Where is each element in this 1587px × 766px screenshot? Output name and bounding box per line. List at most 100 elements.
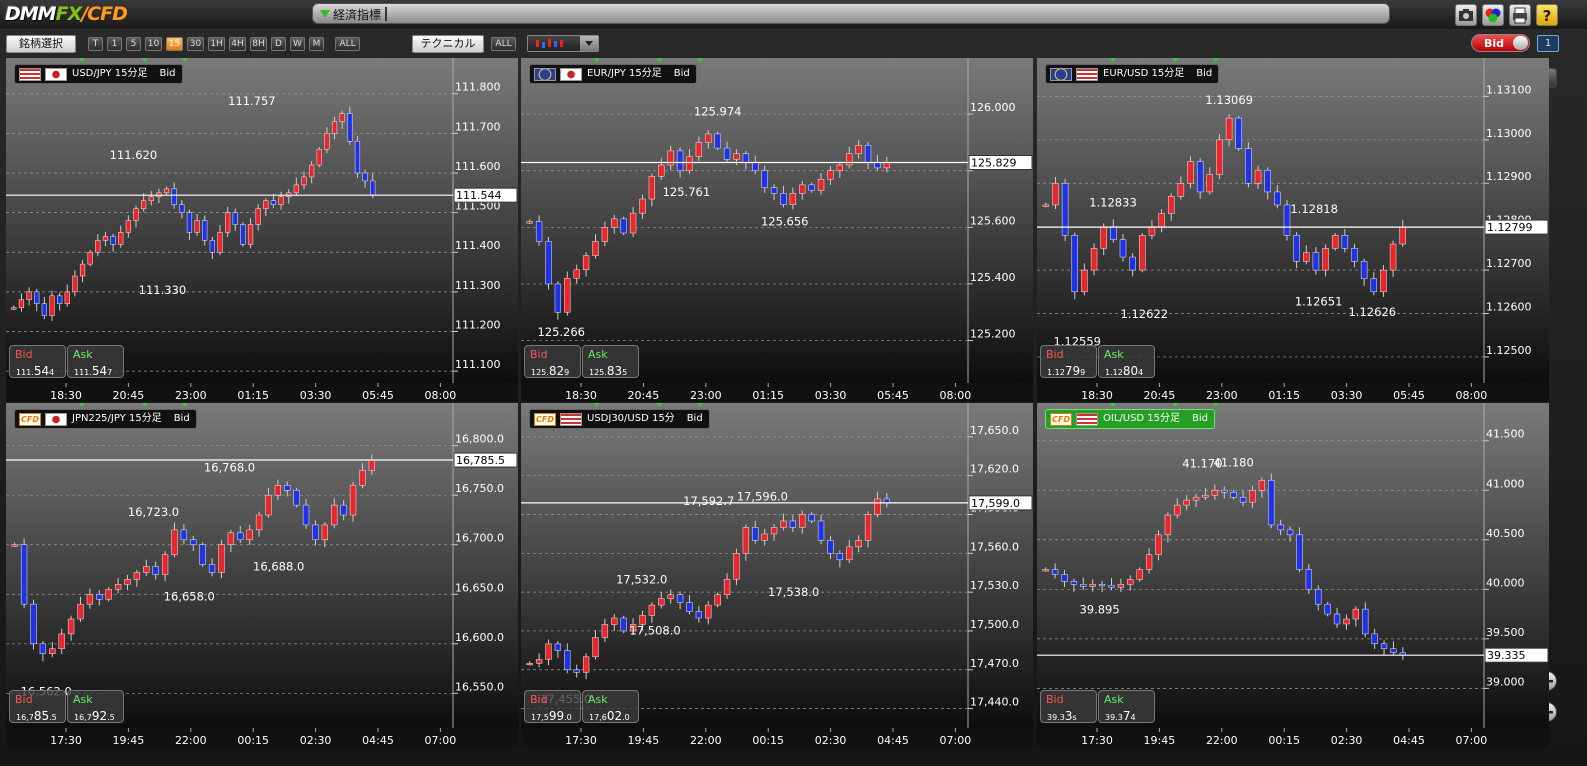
all-timeframe-button[interactable]: ALL [335, 37, 360, 51]
bid-price-fraction: 4 [49, 368, 55, 377]
chart-panel[interactable]: 17,650.017,620.017,590.017,560.017,530.0… [521, 403, 1033, 747]
extreme-price-label: 16,723.0 [128, 505, 179, 519]
ask-price-fraction: .5 [107, 713, 115, 722]
chart-header[interactable]: USD/JPY 15分足 Bid [14, 64, 183, 84]
bid-price-box[interactable]: Bid 17,599.0 [524, 690, 581, 723]
candle-body [1380, 269, 1387, 293]
candle-body [255, 208, 261, 225]
bid-price-box[interactable]: Bid 111.544 [9, 345, 66, 378]
candle-body [1274, 191, 1281, 206]
timeframe-15-button[interactable]: 15 [166, 37, 183, 51]
candle-body [846, 546, 853, 561]
symbol-select-button[interactable]: 銘柄選択 [6, 35, 76, 53]
timeframe-d-button[interactable]: D [271, 37, 286, 51]
chart-header[interactable]: CFD USDJ30/USD 15分 Bid [529, 409, 710, 429]
chart-header[interactable]: CFD JPN225/JPY 15分足 Bid [14, 409, 197, 429]
candle-body [227, 532, 235, 545]
bid-price-box[interactable]: Bid 125.829 [524, 345, 581, 378]
candle-body [1239, 496, 1247, 503]
candle-body [658, 598, 665, 606]
candle-body [827, 170, 834, 180]
timeframe-5-button[interactable]: 5 [126, 37, 141, 51]
layout-button[interactable]: 1 [1537, 35, 1559, 52]
bid-ask-toggle[interactable]: Bid [1471, 34, 1530, 52]
candle-body [592, 637, 599, 658]
bid-price-box[interactable]: Bid 39.33s [1040, 690, 1097, 723]
bid-label: Bid [15, 348, 33, 361]
timeframe-1h-button[interactable]: 1H [208, 37, 225, 51]
chart-panel[interactable]: 1.131001.130001.129001.128001.127001.126… [1037, 58, 1549, 402]
bid-price-box[interactable]: Bid 16,785.5 [9, 690, 66, 723]
candle-body [1216, 139, 1223, 175]
ask-price-box[interactable]: Ask 111.547 [67, 345, 124, 378]
x-tick-label: 00:15 [1268, 734, 1300, 747]
y-tick-label: 1.13100 [1486, 83, 1532, 96]
timeframe-w-button[interactable]: W [290, 37, 305, 51]
technical-button[interactable]: テクニカル [412, 35, 484, 53]
print-icon[interactable] [1509, 4, 1531, 26]
candle-body [789, 520, 797, 528]
candle-body [11, 307, 17, 310]
candle-body [1051, 569, 1059, 575]
timeframe-10-button[interactable]: 10 [145, 37, 162, 51]
chart-type-icon [536, 39, 563, 48]
extreme-price-label: 125.761 [663, 185, 711, 199]
candle-body [18, 299, 25, 308]
candle-body [49, 648, 56, 654]
bid-price-pips: 54 [33, 364, 50, 378]
y-tick-label: 17,530.0 [970, 579, 1019, 592]
timeframe-30-button[interactable]: 30 [187, 37, 204, 51]
bid-price-pips: 99 [548, 709, 565, 723]
candle-body [817, 178, 825, 191]
ask-price-box[interactable]: Ask 1.12804 [1098, 345, 1155, 378]
chart-panel[interactable]: 41.500 41.000 40.500 40.000 39.500 39.000 17:3… [1037, 403, 1549, 747]
ask-price-box[interactable]: Ask 39.374 [1098, 690, 1155, 723]
y-tick-label: 111.600 [455, 160, 501, 173]
candle-body [639, 198, 646, 214]
current-price-label: 111.544 [456, 189, 502, 202]
candle-body [620, 617, 627, 632]
candle-body [1305, 569, 1313, 590]
candle-body [1315, 589, 1322, 605]
candle-body [582, 255, 590, 271]
candle-body [1211, 490, 1219, 496]
timeframe-8h-button[interactable]: 8H [250, 37, 267, 51]
camera-icon[interactable] [1455, 4, 1477, 26]
side-label: Bid [673, 68, 690, 79]
candle-body [1158, 213, 1165, 227]
chart-panel[interactable]: 16,800.0 16,750.0 16,700.0 16,650.0 16,600.0… [6, 403, 518, 747]
y-tick-label: 16,750.0 [455, 482, 504, 495]
timeframe-t-button[interactable]: T [88, 37, 103, 51]
ask-price-fraction: 5 [622, 368, 628, 377]
chart-header[interactable]: EUR/JPY 15分足 Bid [529, 64, 697, 84]
timeframe-m-button[interactable]: M [309, 37, 324, 51]
cfd-flag-icon: CFD [19, 412, 41, 426]
help-icon[interactable]: ? [1536, 4, 1558, 26]
ask-price-box[interactable]: Ask 17,602.0 [582, 690, 639, 723]
y-tick-label: 40.000 [1486, 576, 1525, 589]
chart-panel[interactable]: 126.000125.800125.600125.400125.20018:30… [521, 58, 1033, 402]
current-price-label: 1.12799 [1487, 221, 1533, 234]
y-tick-label: 111.700 [455, 120, 501, 133]
x-tick-label: 05:45 [877, 389, 909, 402]
technical-all-button[interactable]: ALL [491, 37, 516, 51]
chart-type-select[interactable] [527, 35, 599, 52]
candle-body [77, 603, 84, 620]
chart-header[interactable]: EUR/USD 15分足 Bid [1045, 64, 1220, 84]
chart-panel[interactable]: 111.800 111.700 111.600 111.500 111.400 111.3… [6, 58, 518, 402]
ask-price-box[interactable]: Ask 16,792.5 [67, 690, 124, 723]
timeframe-1-button[interactable]: 1 [107, 37, 122, 51]
extreme-price-label: 39.895 [1079, 603, 1119, 617]
x-tick-label: 04:45 [1393, 734, 1425, 747]
candle-body [535, 221, 543, 242]
ask-price-box[interactable]: Ask 125.835 [582, 345, 639, 378]
timeframe-4h-button[interactable]: 4H [229, 37, 246, 51]
candle-body [1380, 643, 1388, 649]
bid-price-box[interactable]: Bid 1.12799 [1040, 345, 1097, 378]
chart-header[interactable]: CFD OIL/USD 15分足 Bid [1045, 409, 1216, 429]
candle-body [118, 232, 124, 245]
candle-body [592, 241, 599, 256]
y-tick-label: 16,650.0 [455, 581, 504, 594]
economic-indicator-bar[interactable]: 経済指標 [312, 3, 1390, 24]
color-palette-icon[interactable] [1482, 4, 1504, 26]
